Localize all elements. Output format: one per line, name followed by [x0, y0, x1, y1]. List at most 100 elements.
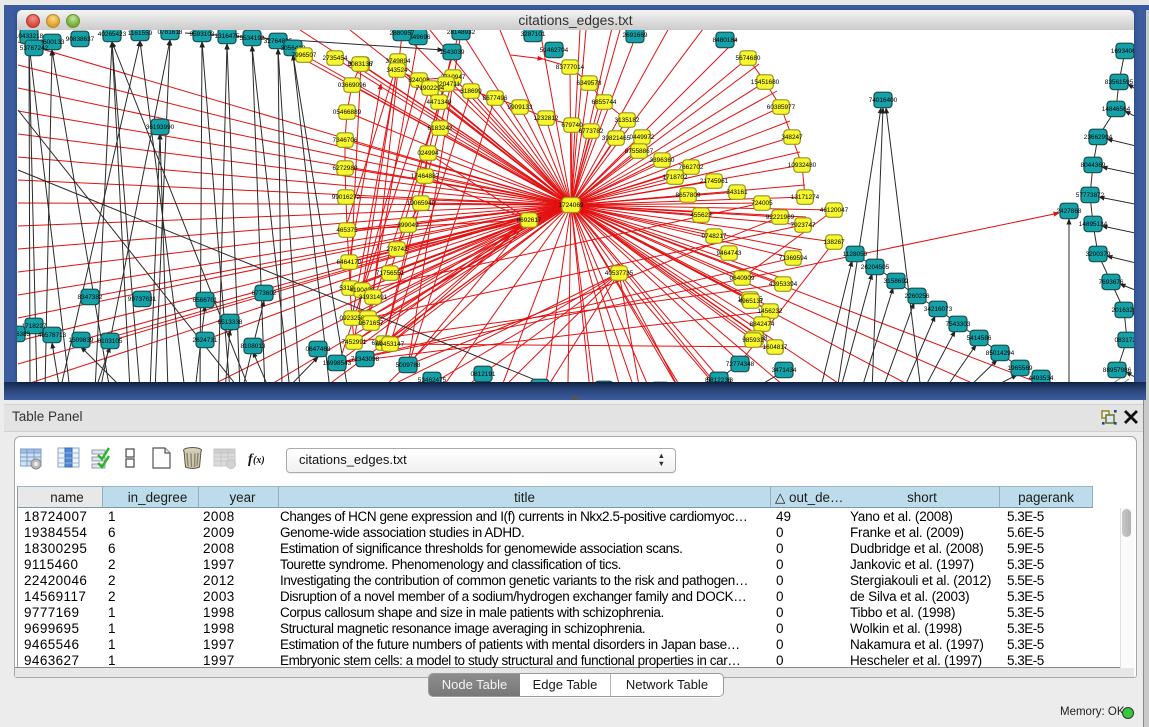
svg-text:1232812: 1232812 — [534, 115, 559, 122]
svg-text:72343098: 72343098 — [351, 356, 380, 363]
svg-text:7693676: 7693676 — [1099, 279, 1124, 286]
svg-text:83777014: 83777014 — [556, 64, 585, 71]
svg-text:4965137: 4965137 — [739, 298, 764, 305]
svg-text:87558867: 87558867 — [625, 148, 654, 155]
svg-text:71902294: 71902294 — [416, 85, 445, 92]
svg-text:16934060: 16934060 — [1111, 48, 1134, 55]
svg-text:92221969: 92221969 — [766, 214, 795, 221]
svg-text:1128059: 1128059 — [843, 251, 868, 258]
svg-text:1724069: 1724069 — [559, 202, 584, 209]
svg-text:3287101: 3287101 — [521, 31, 546, 38]
svg-text:6855744: 6855744 — [592, 99, 617, 106]
svg-text:2624731: 2624731 — [193, 337, 218, 344]
svg-text:99737631: 99737631 — [128, 296, 157, 303]
svg-text:28148932: 28148932 — [447, 30, 476, 36]
svg-text:399049: 399049 — [397, 222, 419, 229]
svg-text:15451680: 15451680 — [751, 79, 780, 86]
svg-text:8692617: 8692617 — [517, 217, 542, 224]
svg-text:3158692: 3158692 — [884, 278, 909, 285]
svg-text:8657809: 8657809 — [676, 192, 701, 199]
svg-text:8083136: 8083136 — [348, 61, 373, 68]
svg-text:88957986: 88957986 — [1103, 367, 1132, 374]
svg-text:10932480: 10932480 — [788, 162, 817, 169]
svg-text:3396360: 3396360 — [650, 157, 675, 164]
svg-text:024994: 024994 — [417, 150, 439, 157]
svg-text:8347382: 8347382 — [78, 294, 103, 301]
svg-text:7346706: 7346706 — [333, 137, 358, 144]
svg-text:5414586: 5414586 — [967, 335, 992, 342]
svg-text:0647468: 0647468 — [306, 346, 331, 353]
svg-text:7543303: 7543303 — [946, 321, 971, 328]
svg-text:0671657: 0671657 — [359, 320, 384, 327]
svg-text:6773782: 6773782 — [579, 128, 604, 135]
svg-text:14895134: 14895134 — [1079, 221, 1108, 228]
svg-text:05466889: 05466889 — [333, 109, 362, 116]
svg-text:53767242: 53767242 — [20, 45, 49, 52]
svg-text:99016272: 99016272 — [332, 194, 361, 201]
svg-text:9909133: 9909133 — [508, 104, 533, 111]
svg-text:343161: 343161 — [726, 189, 748, 196]
svg-text:13171274: 13171274 — [791, 194, 820, 201]
svg-text:6464170: 6464170 — [337, 259, 362, 266]
svg-text:16998543: 16998543 — [323, 360, 352, 367]
svg-text:2691669: 2691669 — [623, 32, 648, 39]
svg-text:31931491: 31931491 — [359, 294, 388, 301]
svg-text:278742: 278742 — [386, 246, 408, 253]
svg-text:724005: 724005 — [751, 200, 773, 207]
svg-text:8108013: 8108013 — [241, 343, 266, 350]
svg-text:2427868: 2427868 — [1057, 208, 1082, 215]
svg-text:71369594: 71369594 — [779, 255, 808, 262]
svg-text:1965569: 1965569 — [1008, 365, 1033, 372]
svg-text:57773872: 57773872 — [1076, 192, 1105, 199]
svg-text:83561595: 83561595 — [1105, 79, 1134, 86]
svg-text:21745961: 21745961 — [700, 178, 729, 185]
svg-text:0831727: 0831727 — [1115, 337, 1134, 344]
svg-text:7452991: 7452991 — [342, 339, 367, 346]
svg-text:7923747: 7923747 — [791, 222, 816, 229]
svg-text:3135182: 3135182 — [615, 117, 640, 124]
svg-text:69453147: 69453147 — [376, 341, 405, 348]
svg-text:6566701: 6566701 — [193, 297, 218, 304]
svg-text:6513338: 6513338 — [218, 319, 243, 326]
svg-text:40265423: 40265423 — [98, 31, 127, 38]
svg-text:23662994: 23662994 — [1084, 134, 1113, 141]
svg-text:1543039: 1543039 — [440, 49, 465, 56]
svg-text:40537735: 40537735 — [605, 270, 634, 277]
svg-text:1718702: 1718702 — [663, 174, 688, 181]
svg-text:90838637: 90838637 — [66, 36, 95, 43]
svg-text:0748217: 0748217 — [702, 233, 727, 240]
svg-text:1316475: 1316475 — [215, 33, 240, 40]
svg-text:465375: 465375 — [336, 227, 358, 234]
svg-text:1161559: 1161559 — [128, 30, 153, 37]
svg-text:1456232: 1456232 — [758, 308, 783, 315]
svg-text:26204505: 26204505 — [861, 264, 890, 271]
svg-text:6349578: 6349578 — [577, 80, 602, 87]
svg-text:8842474: 8842474 — [750, 321, 775, 328]
svg-text:2260256: 2260256 — [905, 293, 930, 300]
svg-text:343524: 343524 — [386, 67, 408, 74]
svg-text:46120047: 46120047 — [820, 207, 849, 214]
svg-text:3471434: 3471434 — [772, 367, 797, 374]
svg-text:85014294: 85014294 — [986, 350, 1015, 357]
svg-text:5534192: 5534192 — [240, 35, 265, 42]
svg-text:2735454: 2735454 — [323, 55, 348, 62]
svg-text:0449972: 0449972 — [630, 134, 655, 141]
svg-text:1604817: 1604817 — [763, 344, 788, 351]
svg-text:34216073: 34216073 — [924, 306, 953, 313]
svg-text:7996507: 7996507 — [292, 52, 317, 59]
svg-text:8044369: 8044369 — [1081, 162, 1106, 169]
svg-text:6183242: 6183242 — [428, 125, 453, 132]
svg-text:14846564: 14846564 — [1102, 106, 1131, 113]
svg-text:2880957: 2880957 — [390, 30, 415, 37]
svg-text:74016400: 74016400 — [869, 97, 898, 104]
svg-text:19065940: 19065940 — [407, 200, 436, 207]
svg-text:0812191: 0812191 — [471, 371, 496, 378]
svg-text:138267: 138267 — [823, 239, 845, 246]
svg-text:5009788: 5009788 — [396, 362, 421, 369]
svg-text:0103105: 0103105 — [98, 338, 123, 345]
svg-text:03669096: 03669096 — [338, 82, 367, 89]
svg-text:17464887: 17464887 — [411, 173, 440, 180]
svg-text:53462475: 53462475 — [418, 377, 447, 382]
svg-text:6272980: 6272980 — [333, 165, 358, 172]
svg-text:3200379: 3200379 — [1086, 251, 1111, 258]
